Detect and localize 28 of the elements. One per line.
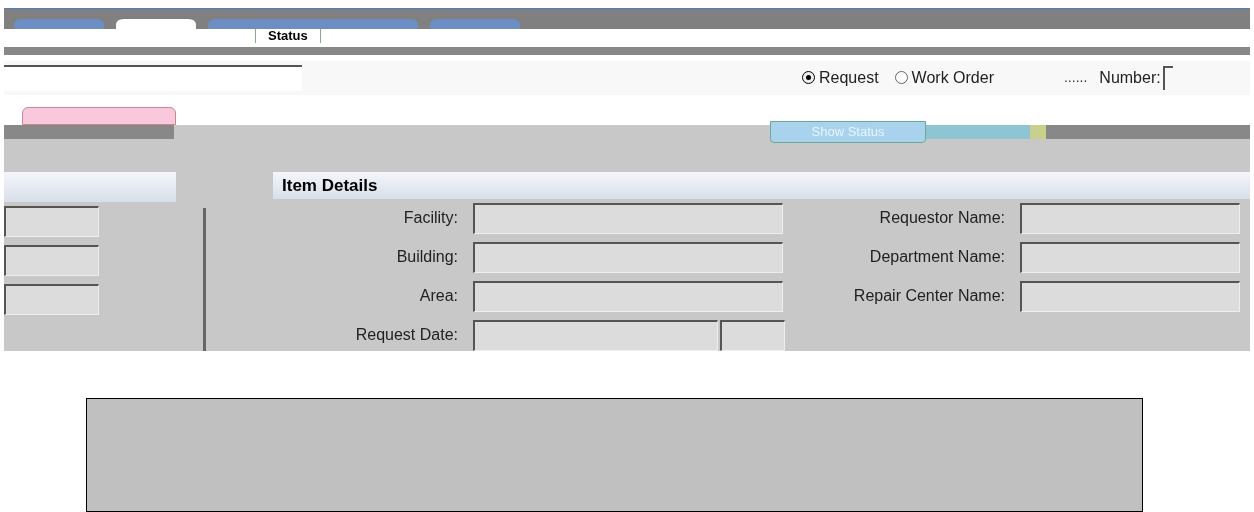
field-label: Facility: xyxy=(402,208,459,229)
input-field[interactable] xyxy=(4,244,99,276)
radio-option[interactable]: Request xyxy=(802,65,879,90)
input-field[interactable] xyxy=(473,241,783,273)
input-field[interactable] xyxy=(1020,202,1240,234)
radio-icon[interactable] xyxy=(802,71,815,85)
input-field[interactable] xyxy=(4,205,99,237)
input-field[interactable] xyxy=(473,280,783,312)
section-header: Item Details xyxy=(273,171,1250,199)
input-field[interactable] xyxy=(1020,280,1240,312)
input-field[interactable] xyxy=(720,319,785,351)
number-field[interactable] xyxy=(1162,65,1173,90)
field-label: Request Date: xyxy=(354,325,459,346)
input-field[interactable] xyxy=(473,319,718,351)
search-field[interactable] xyxy=(4,64,302,91)
field-label: Building: xyxy=(395,247,459,268)
input-field[interactable] xyxy=(473,202,783,234)
field-label: Area: xyxy=(418,286,459,307)
radio-icon[interactable] xyxy=(894,71,908,85)
field-label: Repair Center Name: xyxy=(852,286,1006,307)
number-label: Number: xyxy=(1099,67,1161,88)
field-label: Department Name: xyxy=(868,247,1006,268)
input-field[interactable] xyxy=(4,283,99,315)
action-tab[interactable] xyxy=(22,106,176,125)
dots-text: ...... xyxy=(1064,68,1088,88)
radio-option[interactable]: Work Order xyxy=(894,65,994,90)
field-label: Requestor Name: xyxy=(878,208,1006,229)
input-field[interactable] xyxy=(1020,241,1240,273)
